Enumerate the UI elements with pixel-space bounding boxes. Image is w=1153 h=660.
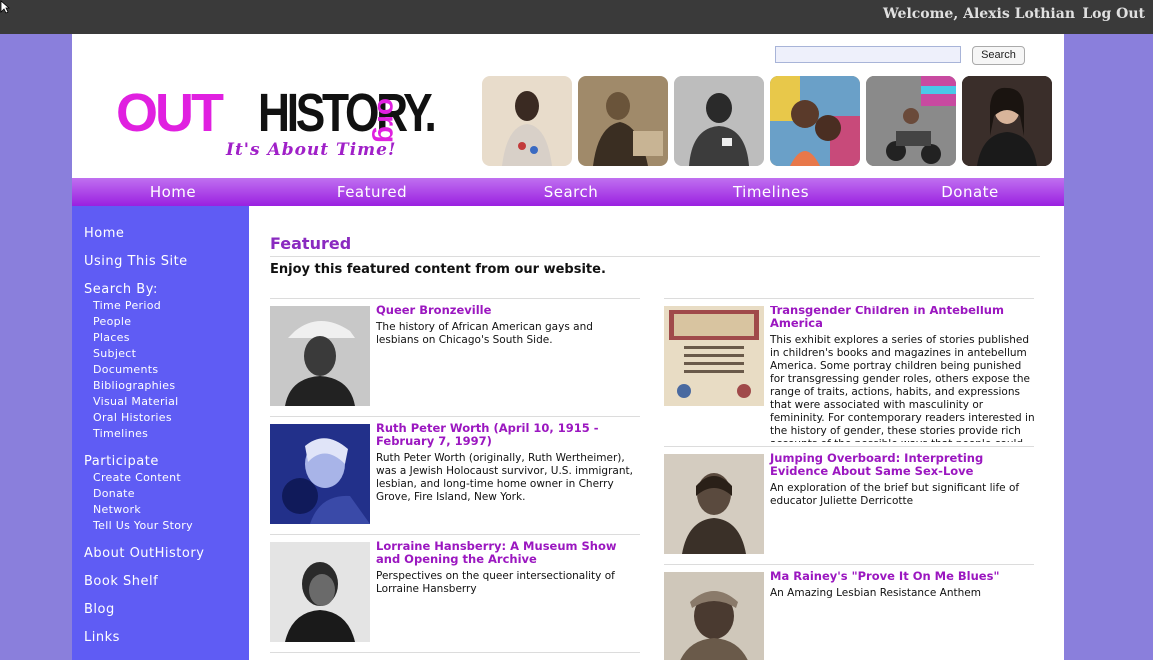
card-title[interactable]: Jumping Overboard: Interpreting Evidence… bbox=[770, 452, 1034, 478]
divider bbox=[664, 298, 1034, 299]
header-photo-3 bbox=[674, 76, 764, 166]
divider bbox=[270, 652, 640, 653]
logout-link[interactable]: Log Out bbox=[1082, 6, 1145, 22]
sidebar-item-bibliographies[interactable]: Bibliographies bbox=[93, 379, 175, 392]
header-photo-5 bbox=[866, 76, 956, 166]
card-title[interactable]: Ma Rainey's "Prove It On Me Blues" bbox=[770, 570, 1034, 583]
main-content: Featured Enjoy this featured content fro… bbox=[249, 206, 1064, 660]
header-photo-2 bbox=[578, 76, 668, 166]
sidebar-item-book-shelf[interactable]: Book Shelf bbox=[84, 574, 158, 589]
card-description: Perspectives on the queer intersectional… bbox=[376, 570, 615, 595]
sidebar-heading-participate[interactable]: Participate bbox=[84, 454, 159, 469]
sidebar-item-time-period[interactable]: Time Period bbox=[93, 299, 161, 312]
mouse-cursor-icon bbox=[0, 0, 10, 14]
card-thumbnail bbox=[270, 542, 370, 642]
search-button[interactable]: Search bbox=[972, 46, 1025, 65]
header-photo-4 bbox=[770, 76, 860, 166]
nav-donate[interactable]: Donate bbox=[941, 183, 999, 201]
nav-featured[interactable]: Featured bbox=[337, 183, 407, 201]
card-thumbnail bbox=[270, 424, 370, 524]
divider bbox=[270, 298, 640, 299]
nav-timelines[interactable]: Timelines bbox=[733, 183, 809, 201]
header-photo-6 bbox=[962, 76, 1052, 166]
site-logo[interactable]: OUT HISTORY. org It's About Time! bbox=[116, 82, 437, 172]
divider bbox=[270, 256, 1040, 257]
sidebar-item-blog[interactable]: Blog bbox=[84, 602, 115, 617]
sidebar-item-oral-histories[interactable]: Oral Histories bbox=[93, 411, 172, 424]
logo-tagline: It's About Time! bbox=[226, 140, 397, 160]
card-description: Ruth Peter Worth (originally, Ruth Werth… bbox=[376, 452, 633, 503]
sidebar-item-places[interactable]: Places bbox=[93, 331, 130, 344]
card-description: An exploration of the brief but signific… bbox=[770, 482, 1020, 507]
sidebar-heading-search-by: Search By: bbox=[84, 282, 158, 297]
sidebar-item-home[interactable]: Home bbox=[84, 226, 124, 241]
header-photo-1 bbox=[482, 76, 572, 166]
sidebar-item-timelines[interactable]: Timelines bbox=[93, 427, 148, 440]
logo-org: org bbox=[372, 98, 403, 144]
featured-card[interactable]: Ma Rainey's "Prove It On Me Blues" An Am… bbox=[664, 570, 1036, 660]
card-title[interactable]: Transgender Children in Antebellum Ameri… bbox=[770, 306, 1034, 330]
sidebar-item-about[interactable]: About OutHistory bbox=[84, 546, 204, 561]
intro-text: Enjoy this featured content from our web… bbox=[270, 262, 606, 277]
card-description: The history of African American gays and… bbox=[376, 321, 593, 346]
featured-card[interactable]: Queer Bronzeville The history of African… bbox=[270, 304, 640, 410]
card-description: This exhibit explores a series of storie… bbox=[770, 334, 1035, 442]
card-thumbnail bbox=[270, 306, 370, 406]
card-title[interactable]: Queer Bronzeville bbox=[376, 304, 640, 317]
card-thumbnail bbox=[664, 454, 764, 554]
sidebar-item-links[interactable]: Links bbox=[84, 630, 120, 645]
card-thumbnail bbox=[664, 306, 764, 406]
logo-out: OUT bbox=[116, 83, 224, 143]
nav-search[interactable]: Search bbox=[544, 183, 599, 201]
sidebar-item-network[interactable]: Network bbox=[93, 503, 141, 516]
sidebar: Home Using This Site Search By: Time Per… bbox=[72, 206, 249, 660]
featured-card[interactable]: Transgender Children in Antebellum Ameri… bbox=[664, 306, 1036, 442]
sidebar-item-subject[interactable]: Subject bbox=[93, 347, 136, 360]
sidebar-item-people[interactable]: People bbox=[93, 315, 131, 328]
nav-home[interactable]: Home bbox=[150, 183, 196, 201]
sidebar-item-documents[interactable]: Documents bbox=[93, 363, 158, 376]
sidebar-item-visual-material[interactable]: Visual Material bbox=[93, 395, 179, 408]
card-description: An Amazing Lesbian Resistance Anthem bbox=[770, 587, 981, 599]
logo-history: HISTORY. bbox=[258, 83, 437, 143]
sidebar-item-create-content[interactable]: Create Content bbox=[93, 471, 181, 484]
page-title: Featured bbox=[270, 234, 352, 253]
divider bbox=[664, 564, 1034, 565]
featured-card[interactable]: Ruth Peter Worth (April 10, 1915 - Febru… bbox=[270, 422, 640, 528]
sidebar-item-using-this-site[interactable]: Using This Site bbox=[84, 254, 188, 269]
sidebar-item-tell-us-your-story[interactable]: Tell Us Your Story bbox=[93, 519, 193, 532]
welcome-text: Welcome, Alexis Lothian bbox=[882, 6, 1075, 22]
featured-card[interactable]: Lorraine Hansberry: A Museum Show and Op… bbox=[270, 540, 640, 646]
card-thumbnail bbox=[664, 572, 764, 660]
card-title[interactable]: Lorraine Hansberry: A Museum Show and Op… bbox=[376, 540, 640, 566]
top-bar: Welcome, Alexis Lothian Log Out bbox=[0, 0, 1153, 34]
main-nav: Home Featured Search Timelines Donate bbox=[72, 178, 1064, 206]
divider bbox=[270, 534, 640, 535]
page-container: Search OUT HISTORY. org It's About Time!… bbox=[72, 34, 1064, 660]
divider bbox=[664, 446, 1034, 447]
sidebar-item-donate[interactable]: Donate bbox=[93, 487, 135, 500]
card-title[interactable]: Ruth Peter Worth (April 10, 1915 - Febru… bbox=[376, 422, 640, 448]
divider bbox=[270, 416, 640, 417]
search-input[interactable] bbox=[775, 46, 961, 63]
featured-card[interactable]: Jumping Overboard: Interpreting Evidence… bbox=[664, 452, 1036, 558]
